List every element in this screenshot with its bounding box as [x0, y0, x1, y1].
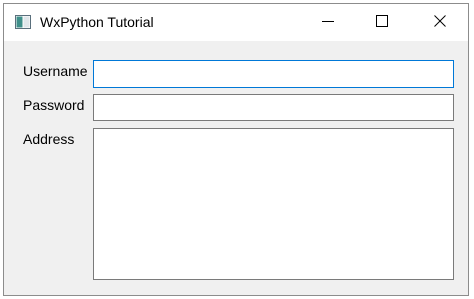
- title-bar[interactable]: WxPython Tutorial: [4, 4, 468, 41]
- window-title: WxPython Tutorial: [40, 14, 154, 30]
- username-label: Username: [23, 63, 88, 79]
- address-label: Address: [23, 131, 75, 147]
- form-panel: Username Password Address: [4, 41, 468, 295]
- password-label: Password: [23, 97, 85, 113]
- close-button[interactable]: [417, 4, 463, 41]
- maximize-button[interactable]: [359, 4, 405, 41]
- password-input[interactable]: [93, 94, 454, 121]
- close-icon: [434, 14, 446, 32]
- app-window: WxPython Tutorial Username Password Addr…: [3, 3, 469, 296]
- address-textarea[interactable]: [93, 128, 454, 280]
- username-input[interactable]: [93, 60, 454, 88]
- minimize-icon: [322, 14, 334, 32]
- app-window-icon: [15, 15, 31, 29]
- minimize-button[interactable]: [305, 4, 351, 41]
- maximize-icon: [376, 14, 388, 32]
